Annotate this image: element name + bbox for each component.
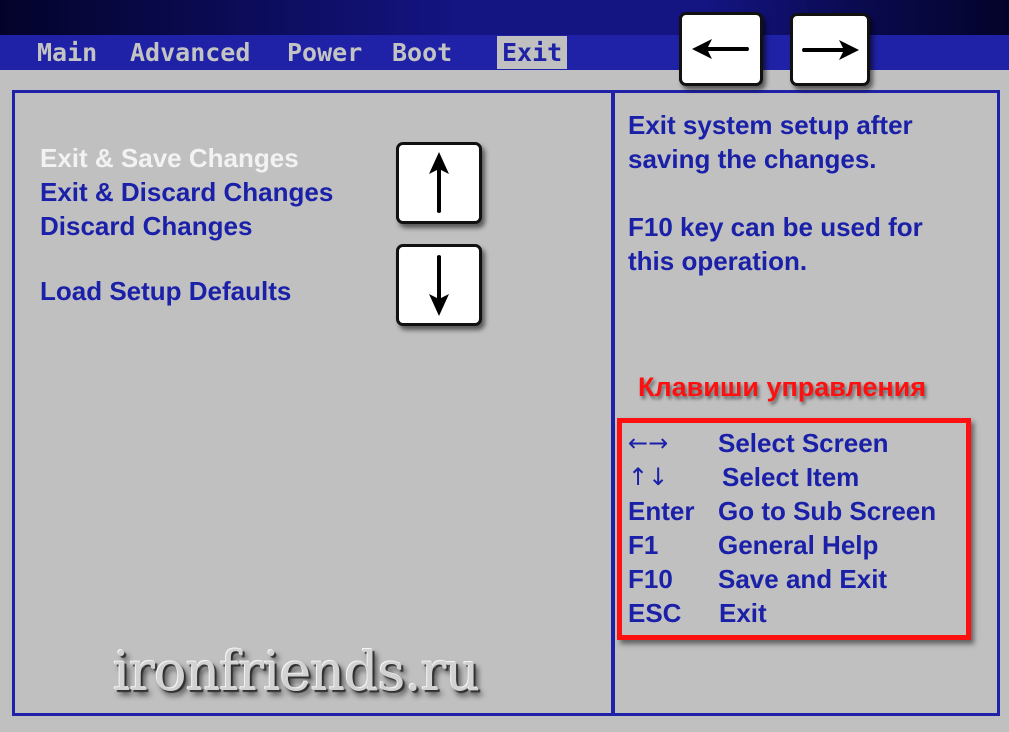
key-name: Enter	[628, 496, 695, 526]
help-text-line: saving the changes.	[628, 144, 877, 174]
key-name: F10	[628, 564, 673, 594]
right-arrow-key-icon	[790, 13, 870, 86]
up-down-arrows-icon: ↑↓	[628, 463, 669, 491]
up-arrow-key-icon	[396, 142, 482, 224]
option-exit-discard-changes[interactable]: Exit & Discard Changes	[40, 177, 333, 208]
left-arrow-key-icon	[679, 12, 763, 86]
option-exit-save-changes[interactable]: Exit & Save Changes	[40, 143, 299, 174]
key-description: Exit	[719, 598, 767, 628]
tab-exit[interactable]: Exit	[497, 36, 568, 69]
tab-power[interactable]: Power	[287, 36, 362, 69]
left-right-arrows-icon: ←→	[628, 429, 669, 457]
tab-main[interactable]: Main	[37, 36, 97, 69]
option-discard-changes[interactable]: Discard Changes	[40, 211, 252, 242]
down-arrow-key-icon	[396, 244, 482, 326]
key-description: Go to Sub Screen	[718, 496, 937, 526]
tab-advanced[interactable]: Advanced	[130, 36, 250, 69]
key-description: General Help	[718, 530, 879, 560]
tab-boot[interactable]: Boot	[392, 36, 452, 69]
key-name: ESC	[628, 598, 682, 628]
key-description: Select Item	[722, 462, 860, 492]
keys-legend-title: Клавиши управления	[638, 372, 926, 402]
key-description: Save and Exit	[718, 564, 888, 594]
key-name: F1	[628, 530, 659, 560]
help-text-line: this operation.	[628, 246, 808, 276]
help-text-line: Exit system setup after	[628, 110, 913, 140]
watermark-logo: ironfriends.ru	[113, 640, 480, 703]
key-description: Select Screen	[718, 428, 889, 458]
option-load-setup-defaults[interactable]: Load Setup Defaults	[40, 276, 291, 307]
help-text-line: F10 key can be used for	[628, 212, 923, 242]
